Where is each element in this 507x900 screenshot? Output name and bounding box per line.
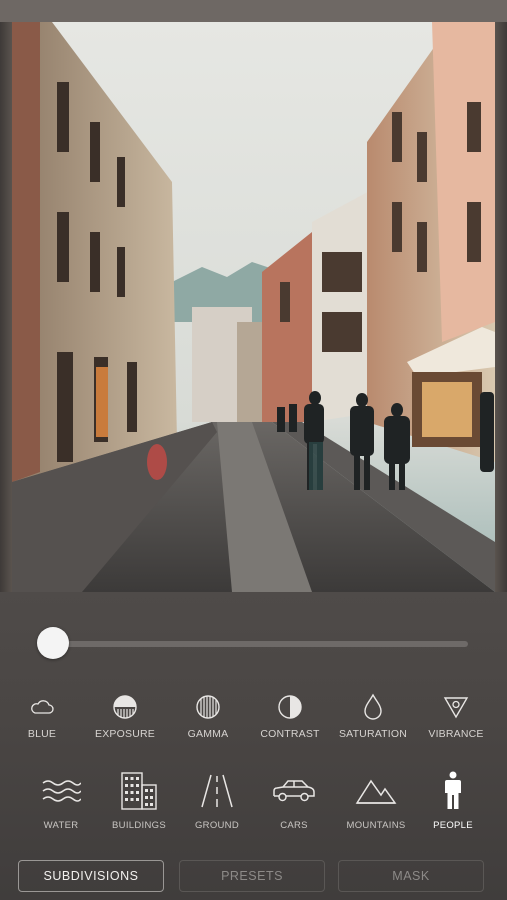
exposure-icon (85, 692, 165, 722)
adjustment-slider-track[interactable] (52, 641, 468, 647)
cloud-icon (2, 692, 82, 722)
mask-cars-label: CARS (280, 820, 308, 831)
mask-ground-button[interactable]: GROUND (175, 770, 259, 831)
mask-people-label: PEOPLE (433, 820, 473, 831)
street-photo (12, 22, 495, 592)
bottom-tab-bar: SUBDIVISIONS PRESETS MASK (18, 860, 489, 894)
mask-ground-label: GROUND (194, 820, 240, 831)
contrast-icon (250, 692, 330, 722)
vibrance-triangle-icon (416, 692, 496, 722)
tab-mask[interactable]: MASK (338, 860, 484, 892)
photo-edge-left (0, 22, 12, 592)
saturation-drop-icon (333, 692, 413, 722)
mask-category-toolbar: WATER BUILDINGS GROUND CARS MOUNTAINS PE… (0, 770, 507, 840)
adjust-contrast-label: CONTRAST (260, 728, 320, 740)
adjust-vibrance-button[interactable]: VIBRANCE (416, 692, 496, 740)
tab-subdivisions[interactable]: SUBDIVISIONS (18, 860, 164, 892)
buildings-icon (97, 770, 181, 812)
mask-people-button[interactable]: PEOPLE (411, 770, 495, 831)
gamma-icon (168, 692, 248, 722)
mask-cars-button[interactable]: CARS (252, 770, 336, 831)
adjust-vibrance-label: VIBRANCE (428, 728, 484, 740)
mask-water-label: WATER (43, 820, 79, 831)
person-icon (411, 770, 495, 812)
mountains-icon (334, 770, 418, 812)
water-waves-icon (19, 770, 103, 812)
adjust-gamma-label: GAMMA (187, 728, 229, 740)
mask-buildings-button[interactable]: BUILDINGS (97, 770, 181, 831)
adjustment-toolbar: BLUE EXPOSURE GAMMA CONTRAST SATURATION … (0, 692, 507, 752)
car-icon (252, 770, 336, 812)
adjust-blue-label: BLUE (27, 728, 57, 740)
mask-water-button[interactable]: WATER (19, 770, 103, 831)
adjust-gamma-button[interactable]: GAMMA (168, 692, 248, 740)
adjust-saturation-button[interactable]: SATURATION (333, 692, 413, 740)
adjust-saturation-label: SATURATION (338, 728, 408, 740)
mask-mountains-button[interactable]: MOUNTAINS (334, 770, 418, 831)
photo-edge-right (495, 22, 507, 592)
adjust-exposure-label: EXPOSURE (95, 728, 155, 740)
road-icon (175, 770, 259, 812)
status-bar-area (0, 0, 507, 22)
adjust-exposure-button[interactable]: EXPOSURE (85, 692, 165, 740)
adjustment-slider-knob[interactable] (37, 627, 69, 659)
adjust-blue-button[interactable]: BLUE (2, 692, 82, 740)
tab-presets[interactable]: PRESETS (179, 860, 325, 892)
adjust-contrast-button[interactable]: CONTRAST (250, 692, 330, 740)
photo-preview (12, 22, 495, 592)
mask-mountains-label: MOUNTAINS (346, 820, 406, 831)
mask-buildings-label: BUILDINGS (112, 820, 166, 831)
